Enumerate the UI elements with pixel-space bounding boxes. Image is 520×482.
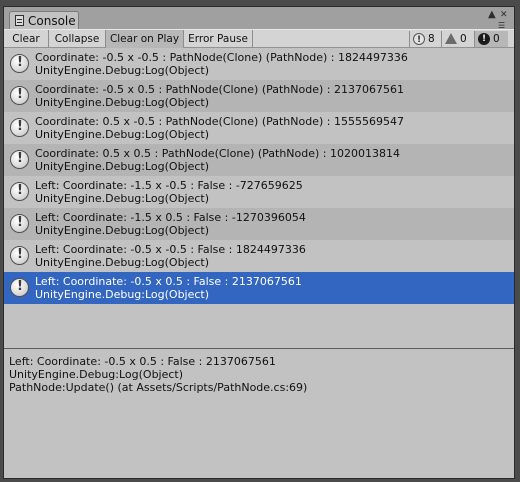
log-entry[interactable]: Left: Coordinate: -1.5 x 0.5 : False : -… xyxy=(4,208,514,240)
error-icon xyxy=(478,31,490,47)
log-stack-summary: UnityEngine.Debug:Log(Object) xyxy=(35,192,210,205)
warning-icon xyxy=(445,33,457,44)
tab-bar: Console ▲ ✕ ☰ xyxy=(4,7,514,30)
error-pause-toggle[interactable]: Error Pause xyxy=(184,30,253,48)
info-count: 8 xyxy=(428,33,435,45)
log-entry-list[interactable]: Coordinate: -0.5 x -0.5 : PathNode(Clone… xyxy=(4,48,514,348)
warning-counter-toggle[interactable]: 0 xyxy=(441,31,474,47)
log-message: Left: Coordinate: -1.5 x -0.5 : False : … xyxy=(35,179,303,192)
log-entry[interactable]: Coordinate: 0.5 x 0.5 : PathNode(Clone) … xyxy=(4,144,514,176)
info-message-icon xyxy=(10,150,29,169)
log-stack-summary: UnityEngine.Debug:Log(Object) xyxy=(35,64,210,77)
close-icon[interactable]: ✕ xyxy=(500,10,508,20)
stack-trace-panel[interactable]: Left: Coordinate: -0.5 x 0.5 : False : 2… xyxy=(4,349,514,478)
clear-on-play-toggle[interactable]: Clear on Play xyxy=(106,30,184,48)
log-stack-summary: UnityEngine.Debug:Log(Object) xyxy=(35,128,210,141)
collapse-button[interactable]: Collapse xyxy=(49,30,106,48)
detail-message: Left: Coordinate: -0.5 x 0.5 : False : 2… xyxy=(9,355,276,368)
error-count: 0 xyxy=(493,33,500,45)
console-window: Console ▲ ✕ ☰ Clear Collapse Clear on Pl… xyxy=(3,6,515,479)
info-message-icon xyxy=(10,86,29,105)
maximize-icon[interactable]: ▲ xyxy=(488,10,496,20)
log-message: Coordinate: 0.5 x 0.5 : PathNode(Clone) … xyxy=(35,147,400,160)
log-stack-summary: UnityEngine.Debug:Log(Object) xyxy=(35,256,210,269)
info-counter-toggle[interactable]: 8 xyxy=(409,31,441,48)
info-message-icon xyxy=(10,182,29,201)
info-icon xyxy=(413,32,425,48)
tab-console[interactable]: Console xyxy=(9,11,79,29)
info-message-icon xyxy=(10,278,29,297)
console-icon xyxy=(15,15,24,26)
info-message-icon xyxy=(10,214,29,233)
log-entry[interactable]: Coordinate: -0.5 x 0.5 : PathNode(Clone)… xyxy=(4,80,514,112)
log-message: Coordinate: 0.5 x -0.5 : PathNode(Clone)… xyxy=(35,115,404,128)
log-stack-summary: UnityEngine.Debug:Log(Object) xyxy=(35,288,210,301)
error-counter-toggle[interactable]: 0 xyxy=(474,31,508,47)
tab-label: Console xyxy=(28,14,76,28)
info-message-icon xyxy=(10,54,29,73)
log-stack-summary: UnityEngine.Debug:Log(Object) xyxy=(35,224,210,237)
detail-stack-line: UnityEngine.Debug:Log(Object) xyxy=(9,368,184,381)
log-message: Left: Coordinate: -0.5 x -0.5 : False : … xyxy=(35,243,306,256)
log-message: Coordinate: -0.5 x 0.5 : PathNode(Clone)… xyxy=(35,83,404,96)
warning-count: 0 xyxy=(460,33,467,45)
log-message: Left: Coordinate: -1.5 x 0.5 : False : -… xyxy=(35,211,306,224)
log-stack-summary: UnityEngine.Debug:Log(Object) xyxy=(35,160,210,173)
info-message-icon xyxy=(10,246,29,265)
log-entry[interactable]: Coordinate: -0.5 x -0.5 : PathNode(Clone… xyxy=(4,48,514,80)
info-message-icon xyxy=(10,118,29,137)
clear-button[interactable]: Clear xyxy=(4,30,49,48)
log-stack-summary: UnityEngine.Debug:Log(Object) xyxy=(35,96,210,109)
log-message: Coordinate: -0.5 x -0.5 : PathNode(Clone… xyxy=(35,51,408,64)
detail-stack-line: PathNode:Update() (at Assets/Scripts/Pat… xyxy=(9,381,308,394)
log-entry-selected[interactable]: Left: Coordinate: -0.5 x 0.5 : False : 2… xyxy=(4,272,514,304)
log-entry[interactable]: Left: Coordinate: -1.5 x -0.5 : False : … xyxy=(4,176,514,208)
log-entry[interactable]: Left: Coordinate: -0.5 x -0.5 : False : … xyxy=(4,240,514,272)
toolbar: Clear Collapse Clear on Play Error Pause… xyxy=(4,29,514,48)
log-message: Left: Coordinate: -0.5 x 0.5 : False : 2… xyxy=(35,275,302,288)
log-entry[interactable]: Coordinate: 0.5 x -0.5 : PathNode(Clone)… xyxy=(4,112,514,144)
